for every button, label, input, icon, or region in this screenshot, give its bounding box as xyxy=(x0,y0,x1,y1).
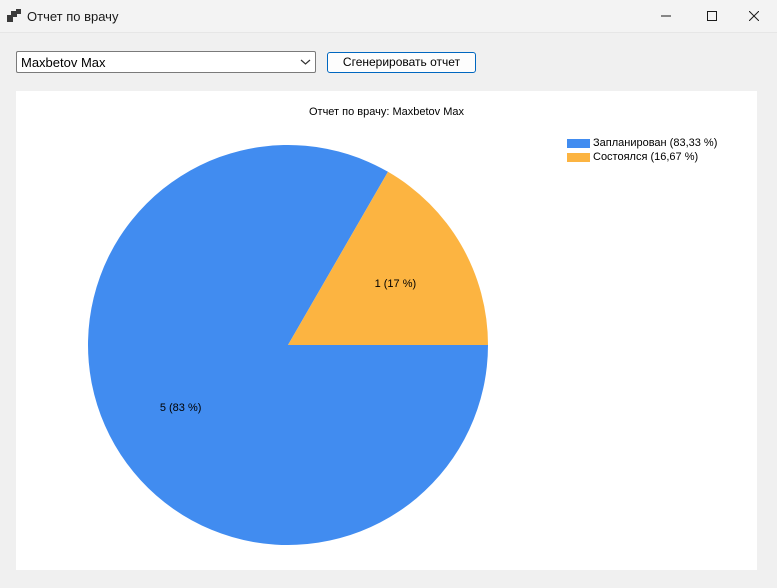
pie-slice-label-2: 1 (17 %) xyxy=(375,278,417,290)
legend-label-1: Запланирован (83,33 %) xyxy=(593,137,718,149)
generate-report-button[interactable]: Сгенерировать отчет xyxy=(327,52,476,73)
close-button[interactable] xyxy=(731,0,777,32)
maximize-button[interactable] xyxy=(689,0,735,32)
minimize-icon xyxy=(661,15,671,17)
doctor-select[interactable]: Maxbetov Max xyxy=(16,51,316,73)
report-window: Отчет по врачу Maxbetov Max Сгенерироват… xyxy=(0,0,777,588)
app-icon xyxy=(7,9,21,22)
legend-label-2: Состоялся (16,67 %) xyxy=(593,151,699,163)
legend-swatch-2 xyxy=(567,153,590,162)
doctor-select-value: Maxbetov Max xyxy=(21,55,106,70)
report-chart: Отчет по врачу: Maxbetov Max 5 (83 %) 1 (… xyxy=(16,91,757,570)
chevron-down-icon[interactable] xyxy=(300,57,311,67)
maximize-icon xyxy=(707,11,717,21)
legend-swatch-1 xyxy=(567,139,590,148)
pie-slice-label-1: 5 (83 %) xyxy=(160,402,202,414)
close-icon xyxy=(749,11,759,21)
window-title: Отчет по врачу xyxy=(27,9,119,24)
title-bar[interactable]: Отчет по врачу xyxy=(0,0,777,33)
minimize-button[interactable] xyxy=(643,0,689,32)
